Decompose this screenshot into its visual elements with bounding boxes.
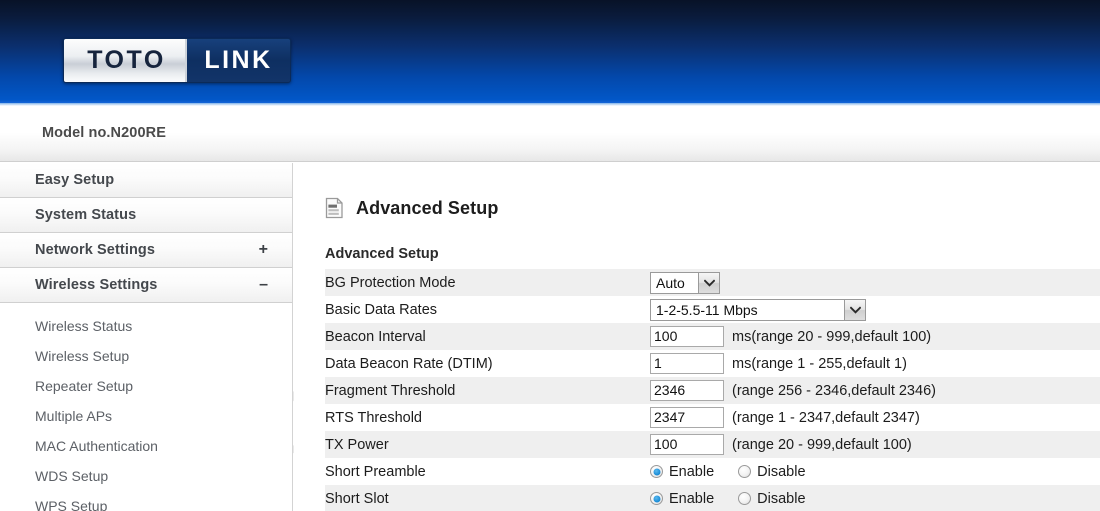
short-slot-enable-radio[interactable]: Enable [650, 491, 714, 507]
radio-icon [650, 492, 663, 505]
bg-protection-mode-select[interactable]: Auto [650, 271, 720, 294]
chevron-down-icon [698, 272, 719, 293]
row-label: TX Power [325, 431, 650, 458]
row-control: (range 20 - 999,default 100) [650, 431, 1100, 458]
radio-label: Enable [669, 490, 715, 507]
basic-data-rates-select[interactable]: 1-2-5.5-11 Mbps [650, 298, 866, 321]
short-slot-disable-radio[interactable]: Disable [738, 490, 806, 507]
radio-label: Disable [757, 463, 806, 480]
sidebar-subitem-label: Wireless Status [35, 318, 133, 334]
router-admin-page: TOTO LINK Model no.N200RE SetupRouter.co… [0, 0, 1100, 511]
sidebar-subitem-label: Wireless Setup [35, 348, 130, 364]
row-hint: (range 256 - 2346,default 2346) [732, 382, 936, 399]
row-label: Data Beacon Rate (DTIM) [325, 350, 650, 377]
radio-icon [650, 465, 663, 478]
table-row: Beacon Interval ms(range 20 - 999,defaul… [325, 323, 1100, 350]
select-value: 1-2-5.5-11 Mbps [656, 301, 758, 318]
row-label: Short Slot [325, 485, 650, 511]
header-banner: TOTO LINK [0, 0, 1100, 103]
sidebar-item-label: Easy Setup [35, 172, 115, 188]
sidebar-item-wireless-settings[interactable]: Wireless Settings – [0, 268, 292, 303]
row-hint: ms(range 20 - 999,default 100) [732, 328, 932, 345]
row-label: BG Protection Mode [325, 269, 650, 296]
table-row: BG Protection Mode Auto [325, 269, 1100, 296]
row-label: Beacon Interval [325, 323, 650, 350]
sidebar-item-system-status[interactable]: System Status [0, 198, 292, 233]
short-preamble-enable-radio[interactable]: Enable [650, 464, 714, 480]
fragment-threshold-input[interactable] [650, 380, 724, 401]
sidebar-subgroup-spacer [0, 303, 292, 311]
sidebar-item-repeater-setup[interactable]: Repeater Setup [0, 371, 292, 401]
row-hint: (range 1 - 2347,default 2347) [732, 409, 920, 426]
table-row: Short Preamble Enable Disable [325, 458, 1100, 485]
model-number-label: Model no.N200RE [42, 125, 166, 141]
table-row: Basic Data Rates 1-2-5.5-11 Mbps [325, 296, 1100, 323]
row-hint: (range 20 - 999,default 100) [732, 436, 912, 453]
sidebar-subitem-label: MAC Authentication [35, 438, 158, 454]
sidebar-item-wireless-setup[interactable]: Wireless Setup [0, 341, 292, 371]
sidebar-subitem-label: Multiple APs [35, 408, 113, 424]
table-row: RTS Threshold (range 1 - 2347,default 23… [325, 404, 1100, 431]
sidebar-item-label: Wireless Settings [35, 277, 158, 293]
sidebar-item-label: Network Settings [35, 242, 156, 258]
sidebar-item-multiple-aps[interactable]: Multiple APs [0, 401, 292, 431]
sidebar-item-mac-authentication[interactable]: MAC Authentication [0, 431, 292, 461]
row-control: 1-2-5.5-11 Mbps [650, 296, 1100, 323]
row-label: RTS Threshold [325, 404, 650, 431]
row-label: Fragment Threshold [325, 377, 650, 404]
minus-collapse-icon[interactable]: – [259, 277, 268, 293]
sidebar-item-easy-setup[interactable]: Easy Setup [0, 163, 292, 198]
table-row: TX Power (range 20 - 999,default 100) [325, 431, 1100, 458]
sidebar-item-wireless-status[interactable]: Wireless Status [0, 311, 292, 341]
table-row: Data Beacon Rate (DTIM) ms(range 1 - 255… [325, 350, 1100, 377]
row-control: ms(range 20 - 999,default 100) [650, 323, 1100, 350]
radio-label: Disable [757, 490, 806, 507]
logo-text-link: LINK [185, 39, 290, 82]
sidebar-item-network-settings[interactable]: Network Settings + [0, 233, 292, 268]
sidebar-subitem-label: Repeater Setup [35, 378, 134, 394]
radio-icon [738, 492, 752, 505]
short-preamble-disable-radio[interactable]: Disable [738, 463, 806, 480]
section-heading: Advanced Setup [325, 246, 439, 262]
tx-power-input[interactable] [650, 434, 724, 455]
page-title: Advanced Setup [325, 197, 498, 219]
sidebar-subitem-label: WDS Setup [35, 468, 109, 484]
row-control: (range 256 - 2346,default 2346) [650, 377, 1100, 404]
sidebar-item-wds-setup[interactable]: WDS Setup [0, 461, 292, 491]
radio-label: Enable [669, 463, 715, 480]
rts-threshold-input[interactable] [650, 407, 724, 428]
row-hint: ms(range 1 - 255,default 1) [732, 355, 907, 372]
main-content: Advanced Setup Advanced Setup BG Protect… [294, 163, 1100, 511]
chevron-down-icon [844, 299, 865, 320]
radio-icon [738, 465, 752, 478]
row-control: Auto [650, 269, 1100, 296]
plus-expander-icon[interactable]: + [259, 242, 268, 258]
row-control: Enable Disable [650, 458, 1100, 485]
sidebar-item-wps-setup[interactable]: WPS Setup [0, 491, 292, 511]
document-list-icon [325, 197, 344, 219]
sidebar-navigation: Easy Setup System Status Network Setting… [0, 163, 293, 511]
table-row: Fragment Threshold (range 256 - 2346,def… [325, 377, 1100, 404]
table-row: Short Slot Enable Disable [325, 485, 1100, 511]
advanced-setup-table: BG Protection Mode Auto Basic Data Rates… [325, 269, 1100, 511]
select-value: Auto [656, 274, 685, 291]
row-label: Short Preamble [325, 458, 650, 485]
row-control: ms(range 1 - 255,default 1) [650, 350, 1100, 377]
sidebar-item-label: System Status [35, 207, 137, 223]
sidebar-subitem-label: WPS Setup [35, 498, 108, 511]
logo-text-toto: TOTO [64, 39, 185, 82]
row-control: (range 1 - 2347,default 2347) [650, 404, 1100, 431]
page-title-text: Advanced Setup [356, 197, 499, 218]
totolink-logo: TOTO LINK [63, 38, 291, 83]
row-label: Basic Data Rates [325, 296, 650, 323]
row-control: Enable Disable [650, 485, 1100, 511]
beacon-interval-input[interactable] [650, 326, 724, 347]
data-beacon-rate-input[interactable] [650, 353, 724, 374]
